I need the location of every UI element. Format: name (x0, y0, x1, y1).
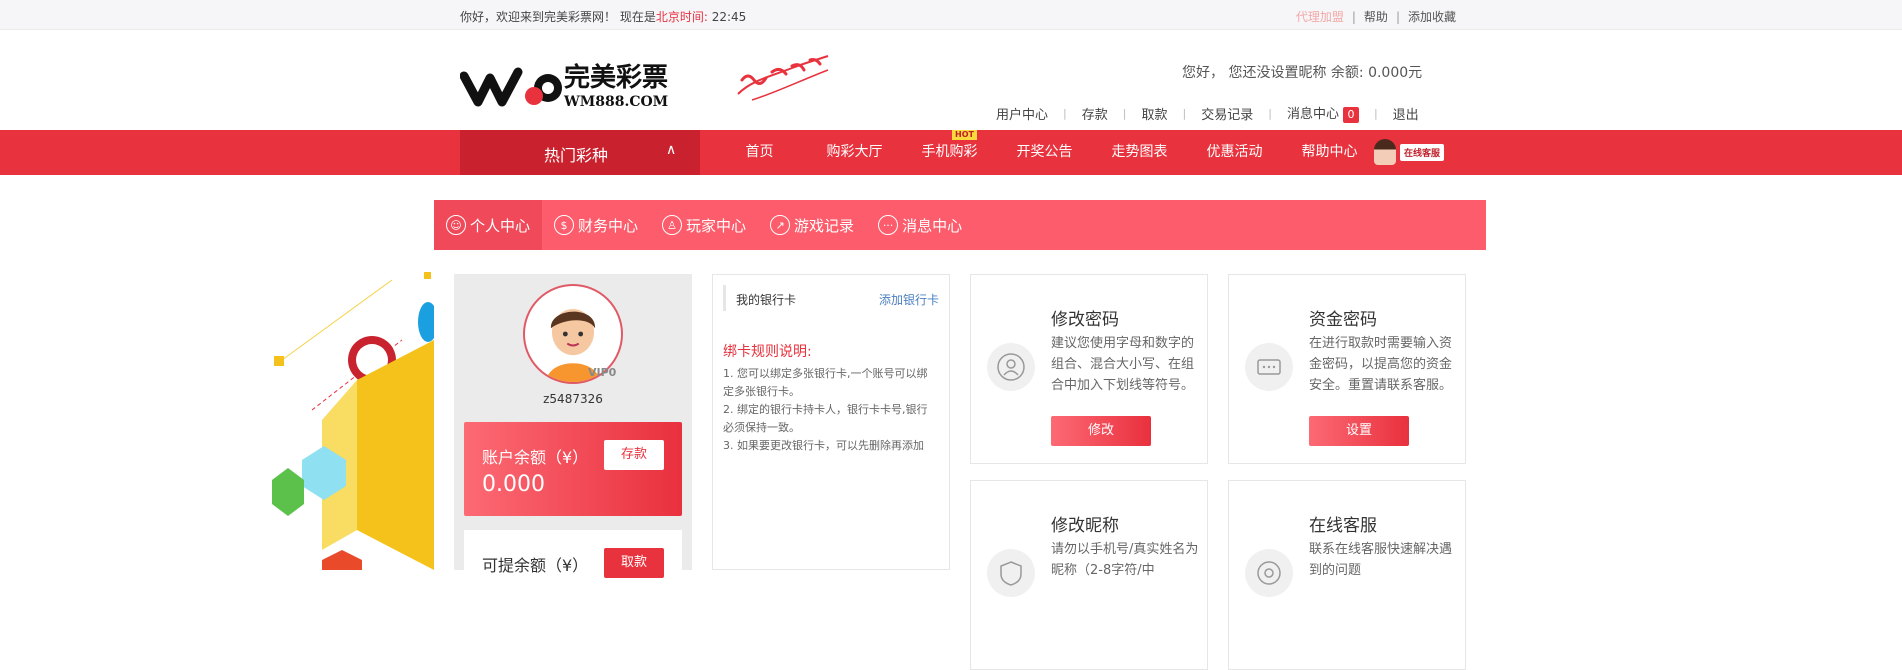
set-fund-password-button[interactable]: 设置 (1309, 416, 1409, 446)
header: 完美彩票 WM888.COM 您好， 您还没设置昵称 余额: 0.000元 用户… (0, 30, 1902, 130)
tab-label: 游戏记录 (794, 216, 855, 235)
withdrawable-label: 可提余额（¥） (482, 556, 589, 575)
card-title: 修改密码 (1051, 310, 1119, 330)
clock-time: 22:45 (711, 10, 747, 24)
chart-icon: ↗ (770, 215, 791, 235)
beijing-time-label: 北京时间: (655, 10, 708, 24)
nav-mobile-label: 手机购彩 (921, 144, 978, 160)
card-desc: 请勿以手机号/真实姓名为昵称（2-8字符/中 (1051, 542, 1199, 578)
withdrawable-card: 可提余额（¥） 取款 (464, 530, 682, 590)
tab-label: 玩家中心 (686, 216, 747, 235)
agent-join-link[interactable]: 代理加盟 (1296, 10, 1344, 24)
tab-label: 消息中心 (902, 216, 963, 235)
vip-level: VIP0 (588, 366, 617, 379)
tab-message-center[interactable]: ··· 消息中心 (866, 200, 974, 250)
tab-game-records[interactable]: ↗ 游戏记录 (758, 200, 866, 250)
tab-personal-center[interactable]: ☺ 个人中心 (434, 200, 543, 250)
nav-trends[interactable]: 走势图表 (1092, 130, 1187, 175)
decorative-illustration (272, 272, 434, 570)
balance-label: 账户余额（¥） (482, 448, 589, 467)
hot-lottery-dropdown[interactable]: 热门彩种 ∧ (460, 130, 700, 175)
nav-help[interactable]: 帮助中心 (1282, 130, 1377, 175)
welcome-prefix: 你好，欢迎来到完美彩票网！ 现在是 (460, 10, 656, 24)
slogan-calligraphy (737, 55, 829, 101)
nav-items: 首页 购彩大厅 手机购彩 HOT 开奖公告 走势图表 优惠活动 帮助中心 (712, 130, 1377, 175)
user-nav: 用户中心 | 存款 | 取款 | 交易记录 | 消息中心 0 | 退出 (996, 103, 1419, 123)
bank-card-panel: 我的银行卡 添加银行卡 绑卡规则说明: 1. 您可以绑定多张银行卡,一个账号可以… (712, 274, 950, 570)
rules-list: 1. 您可以绑定多张银行卡,一个账号可以绑定多张银行卡。 2. 绑定的银行卡持卡… (723, 365, 937, 455)
bank-card-title: 我的银行卡 (736, 293, 797, 307)
message-count-badge: 0 (1342, 107, 1359, 123)
main-nav: 热门彩种 ∧ 首页 购彩大厅 手机购彩 HOT 开奖公告 走势图表 优惠活动 帮助… (0, 130, 1902, 175)
card-title: 资金密码 (1309, 310, 1377, 330)
profile-panel: VIP0 z5487326 账户余额（¥） 0.000 存款 可提余额（¥） 取… (454, 274, 692, 590)
player-icon: ♙ (662, 215, 683, 235)
card-desc: 建议您使用字母和数字的组合、混合大小写、在组合中加入下划线等符号。 (1051, 336, 1195, 393)
service-tag: 在线客服 (1400, 143, 1445, 161)
tab-player-center[interactable]: ♙ 玩家中心 (650, 200, 758, 250)
rule-item: 2. 绑定的银行卡持卡人，银行卡卡号,银行必须保持一致。 (723, 403, 928, 434)
nav-lottery-hall[interactable]: 购彩大厅 (807, 130, 902, 175)
tab-label: 财务中心 (578, 216, 639, 235)
tab-finance-center[interactable]: $ 财务中心 (542, 200, 650, 250)
messages-link[interactable]: 消息中心 0 (1287, 103, 1359, 123)
fund-password-card: 资金密码 在进行取款时需要输入资金密码，以提高您的资金安全。重置请联系客服。 设… (1228, 274, 1466, 464)
logo-text: 完美彩票 (564, 62, 668, 93)
password-dots-icon (1245, 343, 1293, 391)
user-greeting: 您好， 您还没设置昵称 余额: 0.000元 (1182, 65, 1423, 81)
deposit-button[interactable]: 存款 (604, 440, 664, 470)
chevron-up-icon: ∧ (666, 142, 677, 158)
hot-lottery-label: 热门彩种 (544, 146, 609, 165)
help-link[interactable]: 帮助 (1364, 10, 1388, 24)
messages-label: 消息中心 (1286, 107, 1339, 122)
online-service-card: 在线客服 联系在线客服快速解决遇到的问题 (1228, 480, 1466, 670)
card-desc: 在进行取款时需要输入资金密码，以提高您的资金安全。重置请联系客服。 (1309, 336, 1453, 393)
online-service-button[interactable]: 在线客服 (1374, 138, 1445, 166)
username: z5487326 (543, 392, 603, 406)
more-dots-icon: ··· (878, 215, 899, 235)
change-password-card: 修改密码 建议您使用字母和数字的组合、混合大小写、在组合中加入下划线等符号。 修… (970, 274, 1208, 464)
shield-icon (987, 549, 1035, 597)
tab-label: 个人中心 (470, 216, 531, 235)
account-subnav: ☺ 个人中心 $ 财务中心 ♙ 玩家中心 ↗ 游戏记录 ··· 消息中心 (434, 200, 1486, 250)
site-logo[interactable]: 完美彩票 WM888.COM (460, 54, 700, 114)
service-avatar-icon (1374, 139, 1396, 165)
add-bank-card-link[interactable]: 添加银行卡 (879, 291, 939, 308)
nav-results[interactable]: 开奖公告 (997, 130, 1092, 175)
change-nickname-card: 修改昵称 请勿以手机号/真实姓名为昵称（2-8字符/中 (970, 480, 1208, 670)
transactions-link[interactable]: 交易记录 (1201, 104, 1253, 123)
rule-item: 3. 如果要更改银行卡，可以先删除再添加 (723, 439, 924, 452)
deposit-link[interactable]: 存款 (1082, 104, 1108, 123)
rules-title: 绑卡规则说明: (723, 344, 812, 360)
card-title: 在线客服 (1309, 516, 1377, 536)
balance-card: 账户余额（¥） 0.000 存款 (464, 422, 682, 516)
top-bar: 你好，欢迎来到完美彩票网！ 现在是北京时间: 22:45 代理加盟 | 帮助 | 添加收… (0, 0, 1902, 30)
withdraw-link[interactable]: 取款 (1141, 104, 1167, 123)
user-center-link[interactable]: 用户中心 (996, 104, 1048, 123)
card-title: 修改昵称 (1051, 516, 1119, 536)
hot-badge: HOT (952, 130, 977, 140)
nav-promotions[interactable]: 优惠活动 (1187, 130, 1282, 175)
logout-link[interactable]: 退出 (1393, 104, 1419, 123)
logo-domain: WM888.COM (563, 94, 668, 110)
welcome-text: 你好，欢迎来到完美彩票网！ 现在是北京时间: 22:45 (460, 8, 746, 25)
nav-home[interactable]: 首页 (712, 130, 807, 175)
card-desc: 联系在线客服快速解决遇到的问题 (1309, 542, 1453, 578)
add-favorite-link[interactable]: 添加收藏 (1408, 10, 1456, 24)
user-icon (987, 343, 1035, 391)
rule-item: 1. 您可以绑定多张银行卡,一个账号可以绑定多张银行卡。 (723, 367, 928, 398)
person-icon: ☺ (446, 215, 466, 235)
nav-mobile[interactable]: 手机购彩 HOT (902, 130, 997, 175)
service-icon (1245, 549, 1293, 597)
modify-password-button[interactable]: 修改 (1051, 416, 1151, 446)
dollar-icon: $ (554, 215, 575, 235)
top-links: 代理加盟 | 帮助 | 添加收藏 (1295, 10, 1456, 24)
balance-value: 0.000 (482, 472, 545, 497)
bank-card-header: 我的银行卡 添加银行卡 (723, 285, 939, 311)
withdraw-button[interactable]: 取款 (604, 548, 664, 578)
